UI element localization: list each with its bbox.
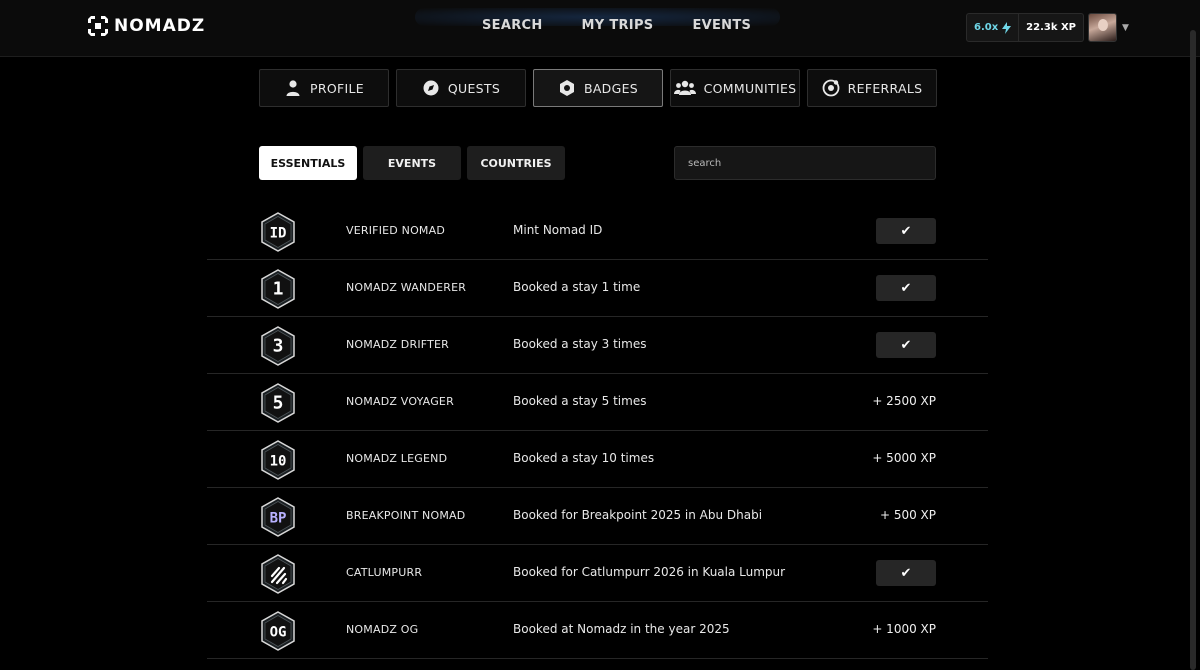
badge-row: 3 NOMADZ DRIFTER Booked a stay 3 times ✔ xyxy=(207,317,988,374)
claimed-button[interactable]: ✔ xyxy=(876,218,936,244)
tab-events[interactable]: EVENTS xyxy=(363,146,461,180)
badge-hexagon-icon xyxy=(559,80,574,96)
chevron-down-icon[interactable]: ▼ xyxy=(1122,23,1129,33)
main-nav: SEARCH MY TRIPS EVENTS xyxy=(482,18,751,33)
badge-description: Booked a stay 10 times xyxy=(513,451,655,465)
badge-3-icon: 3 xyxy=(261,326,295,366)
checkmark-icon: ✔ xyxy=(900,223,912,239)
tab-quests-label: QUESTS xyxy=(447,80,501,96)
nomadz-logo-icon xyxy=(88,16,108,36)
tab-communities[interactable]: COMMUNITIES xyxy=(670,69,800,107)
badge-icon-label: 10 xyxy=(270,454,287,470)
badge-icon-label: 1 xyxy=(273,279,284,300)
badge-bp-icon: BP xyxy=(261,497,295,537)
group-icon xyxy=(673,80,696,95)
badge-icon-label: 5 xyxy=(273,393,284,414)
badge-name: NOMADZ DRIFTER xyxy=(346,338,450,351)
xp-reward: + 5000 XP xyxy=(872,451,936,465)
logo[interactable]: NOMADZ xyxy=(88,16,205,36)
badge-name: CATLUMPURR xyxy=(346,566,423,579)
top-header: NOMADZ SEARCH MY TRIPS EVENTS 6.0x 22.3k… xyxy=(0,0,1200,57)
badge-row: 10 NOMADZ LEGEND Booked a stay 10 times … xyxy=(207,431,988,488)
checkmark-icon: ✔ xyxy=(900,280,912,296)
badge-1-icon: 1 xyxy=(261,269,295,309)
tab-referrals-label: REFERRALS xyxy=(847,80,923,96)
quest-compass-icon xyxy=(423,80,439,96)
badge-name: NOMADZ LEGEND xyxy=(346,452,448,465)
tab-countries[interactable]: COUNTRIES xyxy=(467,146,565,180)
badge-description: Booked a stay 5 times xyxy=(513,394,647,408)
claimed-button[interactable]: ✔ xyxy=(876,560,936,586)
checkmark-icon: ✔ xyxy=(900,337,912,353)
main-tabs: PROFILE QUESTS BADGES COMMUNITIES REFERR… xyxy=(259,69,937,107)
badge-id-icon: ID xyxy=(261,212,295,252)
badge-description: Booked a stay 1 time xyxy=(513,280,641,294)
badge-name: BREAKPOINT NOMAD xyxy=(346,509,466,522)
tab-badges-label: BADGES xyxy=(583,80,639,96)
user-icon xyxy=(286,80,300,96)
badge-name: VERIFIED NOMAD xyxy=(346,224,446,237)
badge-name: NOMADZ VOYAGER xyxy=(346,395,454,408)
tab-essentials[interactable]: ESSENTIALS xyxy=(259,146,357,180)
badge-row: CATLUMPURR Booked for Catlumpurr 2026 in… xyxy=(207,545,988,602)
nav-events[interactable]: EVENTS xyxy=(692,18,751,33)
lightning-icon xyxy=(1002,21,1012,34)
tab-quests[interactable]: QUESTS xyxy=(396,69,526,107)
badge-row: 1 NOMADZ WANDERER Booked a stay 1 time ✔ xyxy=(207,260,988,317)
badge-row: ID VERIFIED NOMAD Mint Nomad ID ✔ xyxy=(207,203,988,260)
tab-referrals[interactable]: REFERRALS xyxy=(807,69,937,107)
badge-description: Mint Nomad ID xyxy=(513,223,603,237)
nav-search[interactable]: SEARCH xyxy=(482,18,543,33)
claimed-button[interactable]: ✔ xyxy=(876,275,936,301)
sub-tabs: ESSENTIALS EVENTS COUNTRIES xyxy=(259,146,565,180)
badge-row: OG NOMADZ OG Booked at Nomadz in the yea… xyxy=(207,602,988,659)
claimed-button[interactable]: ✔ xyxy=(876,332,936,358)
badge-description: Booked for Catlumpurr 2026 in Kuala Lump… xyxy=(513,565,786,579)
multiplier-value: 6.0x xyxy=(974,22,999,33)
tab-profile-label: PROFILE xyxy=(310,80,364,96)
xp-reward: + 2500 XP xyxy=(872,394,936,408)
badge-description: Booked a stay 3 times xyxy=(513,337,647,351)
xp-reward: + 1000 XP xyxy=(872,622,936,636)
xp-badge[interactable]: 22.3k XP xyxy=(1019,13,1085,42)
logo-text: NOMADZ xyxy=(114,16,206,36)
badge-icon-label: ID xyxy=(270,226,287,242)
avatar[interactable] xyxy=(1088,13,1118,42)
badge-og-icon: OG xyxy=(261,611,295,651)
scrollbar[interactable] xyxy=(1190,30,1196,670)
badge-name: NOMADZ WANDERER xyxy=(346,281,467,294)
badge-name: NOMADZ OG xyxy=(346,623,419,636)
xp-value: 22.3k XP xyxy=(1026,22,1077,33)
badge-row: 5 NOMADZ VOYAGER Booked a stay 5 times +… xyxy=(207,374,988,431)
xp-reward: + 500 XP xyxy=(879,508,936,522)
tab-communities-label: COMMUNITIES xyxy=(703,80,797,96)
badge-description: Booked at Nomadz in the year 2025 xyxy=(513,622,730,636)
checkmark-icon: ✔ xyxy=(900,565,912,581)
nav-my-trips[interactable]: MY TRIPS xyxy=(582,18,654,33)
badge-5-icon: 5 xyxy=(261,383,295,423)
badge-icon-label: 3 xyxy=(273,336,284,357)
referral-icon xyxy=(822,79,840,97)
badge-10-icon: 10 xyxy=(261,440,295,480)
tab-badges[interactable]: BADGES xyxy=(533,69,663,107)
tab-profile[interactable]: PROFILE xyxy=(259,69,389,107)
badge-signal-icon xyxy=(261,554,295,594)
search-input[interactable] xyxy=(674,146,936,180)
badge-row: BP BREAKPOINT NOMAD Booked for Breakpoin… xyxy=(207,488,988,545)
badge-icon-label: BP xyxy=(270,511,287,527)
badge-list: ID VERIFIED NOMAD Mint Nomad ID ✔ 1 NOMA… xyxy=(207,203,988,659)
user-stats: 6.0x 22.3k XP ▼ xyxy=(966,13,1129,42)
badge-description: Booked for Breakpoint 2025 in Abu Dhabi xyxy=(513,508,763,522)
multiplier-badge[interactable]: 6.0x xyxy=(966,13,1020,42)
badge-icon-label: OG xyxy=(270,625,287,641)
